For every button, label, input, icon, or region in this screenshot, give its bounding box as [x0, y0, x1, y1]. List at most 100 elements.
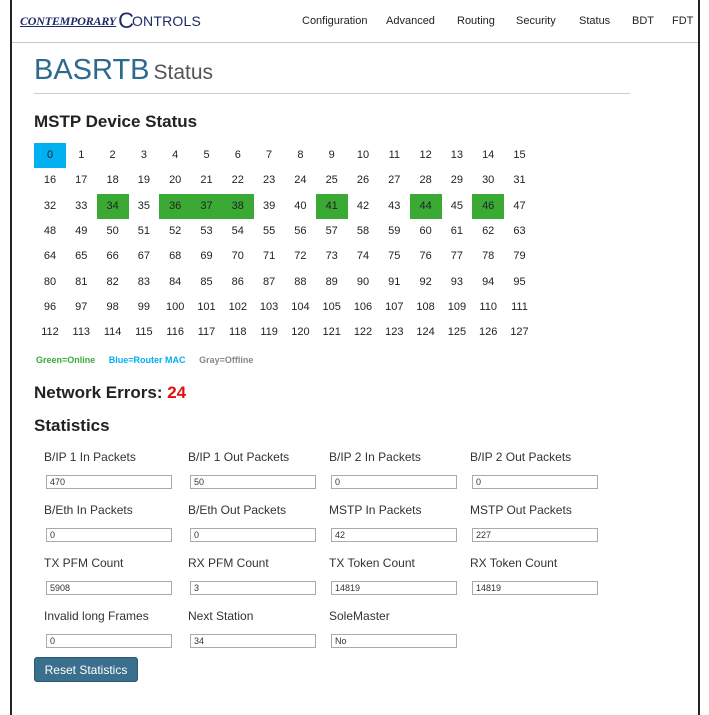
network-errors-label: Network Errors:: [34, 383, 163, 402]
brand-logo[interactable]: CONTEMPORARY C ONTROLS: [20, 9, 201, 33]
stat-field-tx-pfm-count[interactable]: [46, 581, 172, 595]
mstp-device-10: 10: [356, 149, 370, 161]
mstp-device-32: 32: [43, 199, 57, 212]
mstp-device-16: 16: [43, 174, 57, 187]
nav-fdt[interactable]: FDT: [672, 15, 693, 27]
mstp-device-113: 113: [72, 326, 91, 339]
stat-field-b-ip-2-in-packets[interactable]: [331, 475, 457, 489]
nav-advanced[interactable]: Advanced: [386, 15, 435, 27]
mstp-device-51: 51: [137, 224, 151, 237]
mstp-device-97: 97: [75, 300, 88, 313]
stat-field-invalid-long-frames[interactable]: [46, 634, 172, 648]
stat-field-b-eth-out-packets[interactable]: [190, 528, 316, 542]
mstp-device-44: 44: [409, 193, 442, 219]
mstp-device-93: 93: [450, 275, 464, 288]
mstp-device-24: 24: [294, 174, 307, 187]
mstp-device-107: 107: [385, 300, 404, 313]
mstp-device-115: 115: [135, 326, 153, 339]
stat-label-solemaster: SoleMaster: [329, 609, 390, 623]
mstp-device-20: 20: [169, 174, 182, 187]
reset-statistics-button[interactable]: Reset Statistics: [34, 657, 138, 682]
mstp-device-23: 23: [262, 174, 276, 187]
mstp-device-54: 54: [231, 224, 244, 237]
mstp-device-90: 90: [356, 275, 370, 288]
mstp-device-105: 105: [322, 300, 341, 313]
mstp-device-109: 109: [447, 300, 467, 313]
mstp-device-92: 92: [419, 275, 432, 288]
mstp-device-43: 43: [388, 199, 401, 212]
brand-line1: CONTEMPORARY: [20, 13, 117, 28]
nav-routing[interactable]: Routing: [457, 15, 495, 27]
mstp-device-114: 114: [103, 326, 122, 339]
mstp-device-22: 22: [231, 174, 244, 187]
stat-label-next-station: Next Station: [188, 609, 254, 623]
mstp-device-25: 25: [325, 174, 338, 187]
stat-field-b-ip-1-out-packets[interactable]: [190, 475, 316, 489]
stat-label-tx-token-count: TX Token Count: [329, 556, 415, 570]
mstp-device-50: 50: [106, 224, 119, 237]
nav-status[interactable]: Status: [579, 15, 610, 27]
mstp-device-94: 94: [482, 275, 495, 288]
nav-configuration[interactable]: Configuration: [302, 15, 367, 27]
mstp-device-116: 116: [166, 326, 184, 339]
mstp-device-29: 29: [450, 174, 464, 187]
stat-field-mstp-out-packets[interactable]: [472, 528, 598, 542]
mstp-device-83: 83: [137, 275, 151, 288]
mstp-device-8: 8: [297, 149, 304, 161]
statistics-heading: Statistics: [34, 416, 110, 435]
mstp-device-122: 122: [353, 326, 373, 339]
mstp-device-48: 48: [43, 224, 57, 237]
mstp-device-106: 106: [353, 300, 373, 313]
mstp-device-62: 62: [482, 224, 495, 237]
stat-label-mstp-out-packets: MSTP Out Packets: [470, 503, 572, 517]
mstp-device-37: 37: [190, 193, 223, 219]
mstp-device-111: 111: [511, 300, 528, 313]
page-title: BASRTB Status: [34, 50, 213, 87]
mstp-device-41: 41: [315, 193, 348, 219]
stat-field-rx-pfm-count[interactable]: [190, 581, 316, 595]
stat-label-b-ip-1-out-packets: B/IP 1 Out Packets: [188, 450, 290, 464]
mstp-device-35: 35: [137, 199, 151, 212]
stat-field-b-eth-in-packets[interactable]: [46, 528, 172, 542]
mstp-device-9: 9: [328, 149, 335, 161]
legend-router-mac: Blue=Router MAC: [108, 355, 186, 365]
mstp-device-85: 85: [200, 275, 213, 288]
nav-bdt[interactable]: BDT: [632, 15, 654, 27]
mstp-device-96: 96: [43, 300, 57, 313]
mstp-device-103: 103: [259, 300, 279, 313]
stat-field-b-ip-2-out-packets[interactable]: [472, 475, 598, 489]
mstp-device-33: 33: [75, 199, 88, 212]
stat-field-solemaster[interactable]: [331, 634, 457, 648]
stat-label-b-ip-2-out-packets: B/IP 2 Out Packets: [470, 450, 572, 464]
mstp-device-12: 12: [419, 149, 432, 161]
stat-field-tx-token-count[interactable]: [331, 581, 457, 595]
stat-field-b-ip-1-in-packets[interactable]: [46, 475, 172, 489]
mstp-device-30: 30: [482, 174, 495, 187]
mstp-device-70: 70: [231, 250, 244, 263]
mstp-device-58: 58: [356, 224, 370, 237]
stat-field-next-station[interactable]: [190, 634, 316, 648]
page-frame: CONTEMPORARY C ONTROLS Configuration Adv…: [10, 0, 700, 715]
mstp-device-5: 5: [203, 149, 210, 161]
mstp-device-126: 126: [479, 326, 498, 339]
mstp-device-72: 72: [294, 250, 307, 263]
mstp-device-82: 82: [106, 275, 119, 288]
stat-field-rx-token-count[interactable]: [472, 581, 598, 595]
stat-label-b-eth-in-packets: B/Eth In Packets: [44, 503, 133, 517]
mstp-device-120: 120: [291, 326, 310, 339]
mstp-device-21: 21: [200, 174, 213, 187]
mstp-device-15: 15: [513, 149, 526, 161]
mstp-device-69: 69: [200, 250, 213, 263]
mstp-device-98: 98: [106, 300, 119, 313]
mstp-device-112: 112: [41, 326, 59, 339]
mstp-device-71: 71: [262, 250, 276, 263]
stat-label-invalid-long-frames: Invalid long Frames: [44, 609, 149, 623]
mstp-device-38: 38: [221, 193, 254, 219]
stat-field-mstp-in-packets[interactable]: [331, 528, 457, 542]
mstp-device-31: 31: [513, 174, 526, 187]
mstp-device-57: 57: [325, 224, 338, 237]
nav-security[interactable]: Security: [516, 15, 556, 27]
mstp-device-81: 81: [75, 275, 88, 288]
mstp-device-52: 52: [169, 224, 182, 237]
mstp-device-68: 68: [169, 250, 182, 263]
